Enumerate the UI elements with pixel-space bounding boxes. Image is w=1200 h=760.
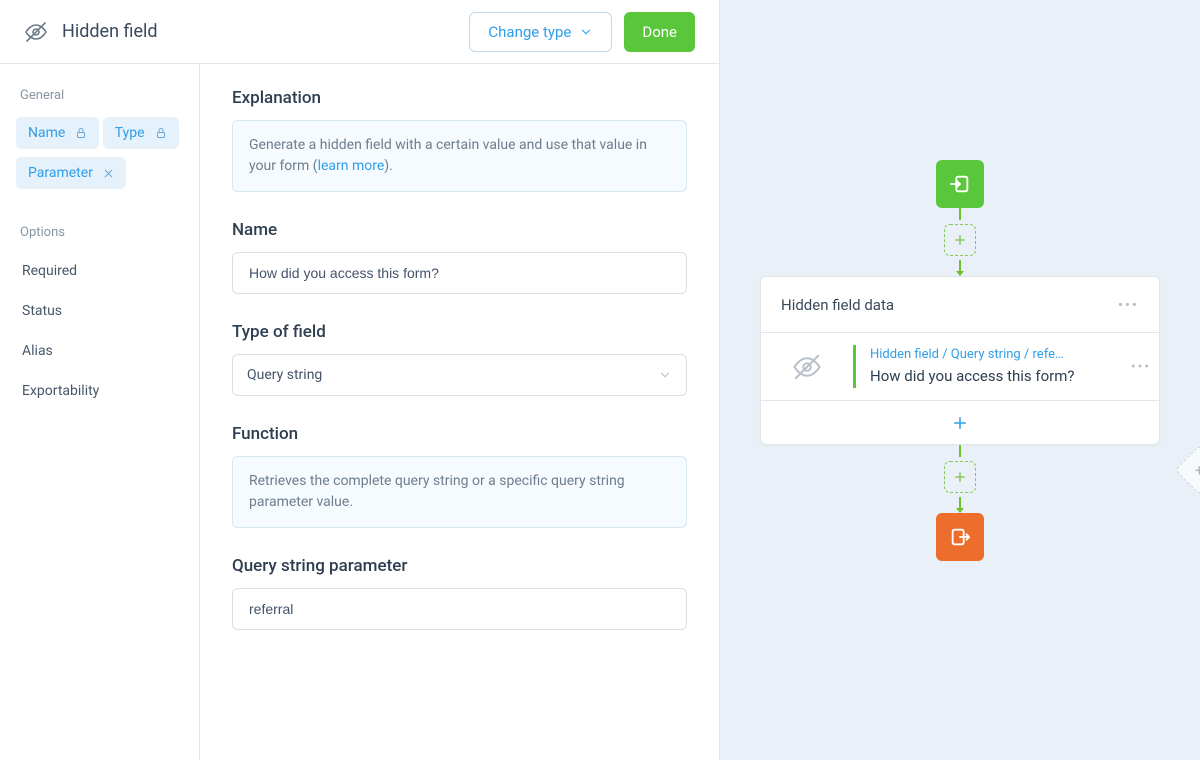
function-infobox: Retrieves the complete query string or a… [232, 456, 687, 528]
add-step-button[interactable] [944, 224, 976, 256]
sidebar-item-label: Parameter [28, 165, 93, 181]
type-select[interactable]: Query string [232, 354, 687, 396]
learn-more-link[interactable]: learn more [318, 158, 385, 174]
sidebar-item-parameter[interactable]: Parameter [16, 157, 126, 189]
card-question: How did you access this form? [870, 366, 1111, 386]
lock-icon [155, 127, 167, 139]
section-title-explanation: Explanation [232, 88, 687, 108]
card-menu-button[interactable]: ••• [1118, 296, 1139, 314]
flow-connector [959, 445, 961, 457]
sidebar-heading-general: General [20, 88, 183, 103]
done-label: Done [642, 23, 677, 41]
card-row-menu-button[interactable]: ••• [1131, 359, 1151, 375]
lock-icon [75, 127, 87, 139]
exit-icon [949, 526, 971, 548]
sidebar-item-status[interactable]: Status [16, 294, 183, 328]
flow-canvas[interactable]: Hidden field data ••• Hidden field / Que… [720, 0, 1200, 760]
sidebar-item-alias[interactable]: Alias [16, 334, 183, 368]
card-add-row-button[interactable] [761, 400, 1159, 444]
change-type-label: Change type [488, 23, 571, 41]
content-area: Explanation Generate a hidden field with… [200, 64, 719, 760]
flow-end-node[interactable] [936, 513, 984, 561]
parameter-field-wrap [232, 588, 687, 630]
sidebar-item-label: Name [28, 125, 65, 141]
flow-connector [959, 208, 961, 220]
sidebar-item-required[interactable]: Required [16, 254, 183, 288]
flow-card-title: Hidden field data [781, 296, 894, 314]
section-title-function: Function [232, 424, 687, 444]
chevron-down-icon [658, 368, 672, 382]
sidebar: General Name Type Parame [0, 64, 200, 760]
plus-icon [951, 414, 969, 432]
add-step-button[interactable] [944, 461, 976, 493]
explanation-infobox: Generate a hidden field with a certain v… [232, 120, 687, 192]
enter-icon [949, 173, 971, 195]
type-select-value: Query string [247, 367, 322, 383]
chevron-down-icon [579, 25, 593, 39]
name-field-wrap [232, 252, 687, 294]
plus-icon: + [1195, 460, 1200, 479]
page-title: Hidden field [62, 21, 158, 42]
sidebar-item-label: Type [115, 125, 145, 141]
sidebar-item-name[interactable]: Name [16, 117, 99, 149]
card-breadcrumb: Hidden field / Query string / refe… [870, 347, 1111, 362]
hidden-field-icon [24, 20, 48, 44]
flow-card[interactable]: Hidden field data ••• Hidden field / Que… [760, 276, 1160, 445]
sidebar-item-type[interactable]: Type [103, 117, 179, 149]
section-title-parameter: Query string parameter [232, 556, 687, 576]
close-icon[interactable] [103, 168, 114, 179]
sidebar-item-exportability[interactable]: Exportability [16, 374, 183, 408]
sidebar-heading-options: Options [20, 225, 183, 240]
hidden-field-icon [761, 333, 853, 400]
flow-start-node[interactable] [936, 160, 984, 208]
edge-add-button[interactable]: + [1175, 445, 1200, 496]
name-input[interactable] [247, 264, 672, 282]
done-button[interactable]: Done [624, 12, 695, 52]
section-title-type: Type of field [232, 322, 687, 342]
section-title-name: Name [232, 220, 687, 240]
change-type-button[interactable]: Change type [469, 12, 612, 52]
parameter-input[interactable] [247, 600, 672, 618]
